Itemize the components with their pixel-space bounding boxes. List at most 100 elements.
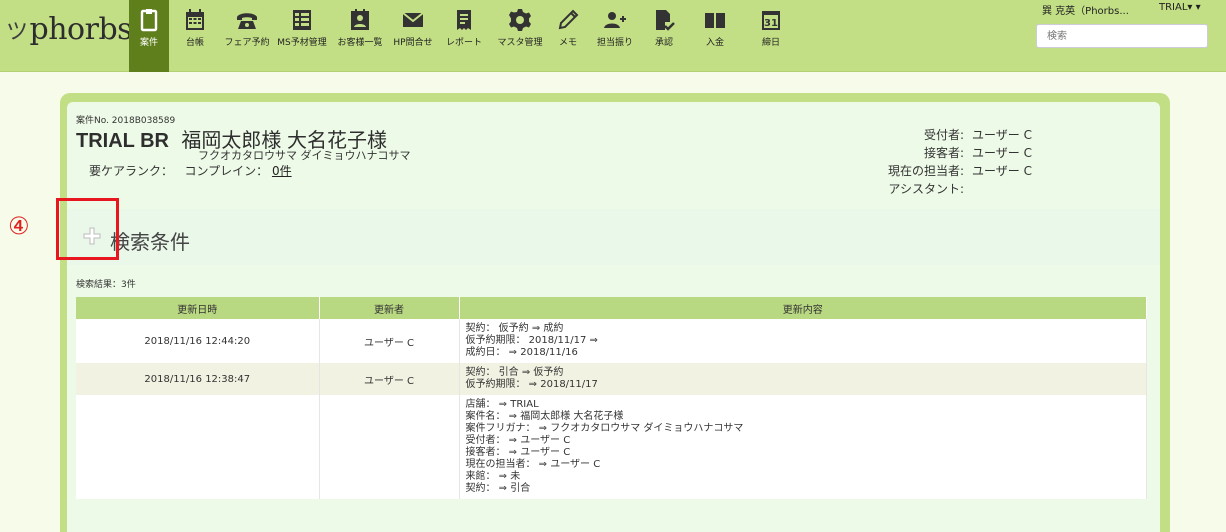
nav-label: HP問合せ [393,38,433,48]
nav-label: メモ [558,38,577,48]
nav-label: 締日 [761,38,780,48]
history-table: 更新日時 更新者 更新内容 2018/11/16 12:44:20 ユーザー C契… [76,297,1147,499]
table-header-row: 更新日時 更新者 更新内容 [76,297,1147,319]
trial-dropdown[interactable]: TRIAL▾ ▾ [1159,2,1201,13]
nav-item-gear[interactable]: マスタ管理 [491,0,549,72]
search-conditions-toggle[interactable]: 検索条件 [110,226,190,255]
annotation-highlight-box [56,198,119,260]
pencil-icon [556,8,580,32]
brand-mark: ツ [6,20,28,45]
nav-label: 担当振り [596,38,633,48]
receptionist-label: 受付者: [923,128,964,142]
change-line: 仮予約期限： 2018/11/17 ⇒ [465,335,598,346]
change-line: 案件名： ⇒ 福岡太郎様 大名花子様 [465,411,624,422]
change-line: 仮予約期限： ⇒ 2018/11/17 [465,379,598,390]
change-line: 現在の担当者： ⇒ ユーザー C [465,459,601,470]
nav-label: 入金 [705,38,724,48]
gear-icon [508,8,532,32]
table-row: 2018/11/16 12:38:47 ユーザー C 契約： 引合 ⇒ 仮予約 仮予約… [76,363,1147,395]
cell-datetime [76,395,320,499]
cell-content: 契約： 引合 ⇒ 仮予約 仮予約期限： ⇒ 2018/11/17 [459,363,1147,395]
change-line: 契約： 引合 ⇒ 仮予約 [465,367,564,378]
nav-item-calendar-31[interactable]: 31 締日 [745,0,797,72]
current-owner-label: 現在の担当者: [887,164,964,178]
change-line: 案件フリガナ： ⇒ フクオカタロウサマ ダイミョウハナコサマ [465,423,744,434]
attendant-value: ユーザー C [972,146,1032,160]
nav-label: MS予材管理 [277,38,327,48]
change-line: 契約： 仮予約 ⇒ 成約 [465,323,564,334]
assistant-value [964,180,972,198]
change-line: 受付者： ⇒ ユーザー C [465,435,571,446]
store-name: TRIAL BR [76,130,169,152]
customer-kana: フクオカタロウサマ ダイミョウハナコサマ [198,149,411,162]
trial-label: TRIAL▾ [1159,2,1193,13]
nav-item-add-user[interactable]: 担当振り [587,0,643,72]
change-line: 契約： ⇒ 引合 [465,483,531,494]
table-row: 店舗： ⇒ TRIAL 案件名： ⇒ 福岡太郎様 大名花子様 案件フリガナ： ⇒ フ… [76,395,1147,499]
cell-datetime: 2018/11/16 12:44:20 [76,319,320,363]
contacts-icon [348,8,372,32]
nav-label: レポート [445,38,482,48]
nav-item-phone[interactable]: フェア予約 [221,0,273,72]
calendar-31-icon: 31 [759,8,783,32]
header-updater[interactable]: 更新者 [319,297,460,319]
nav-item-clipboard[interactable]: 案件 [129,0,169,72]
assistant-label: アシスタント: [888,182,964,196]
cell-updater: ユーザー C [319,319,460,363]
nav-label: マスタ管理 [497,38,543,48]
complain-label: コンプレイン： [184,164,269,178]
nav-item-list[interactable]: MS予材管理 [273,0,331,72]
top-navigation-bar: ツphorbs 案件 台帳 フェア予約 MS予材管理 お客様一覧 HP問合せ レポート マスタ… [0,0,1226,72]
clipboard-icon [137,8,161,32]
user-name: 巽 克英（Phorbs... [1042,6,1129,17]
calendar-icon [183,8,207,32]
nav-label: フェア予約 [224,38,270,48]
change-line: 来館： ⇒ 未 [465,471,521,482]
nav-item-calendar[interactable]: 台帳 [169,0,221,72]
care-rank-label: 要ケアランク： [89,164,174,178]
main-menu: 案件 台帳 フェア予約 MS予材管理 お客様一覧 HP問合せ レポート マスタ管理 メモ 担当振り… [129,0,797,72]
change-line: 成約日： ⇒ 2018/11/16 [465,347,578,358]
nav-label: お客様一覧 [337,38,383,48]
rank-complain-line: 要ケアランク： コンプレイン： 0件 [89,162,292,179]
nav-item-pencil[interactable]: メモ [549,0,587,72]
mail-icon [401,8,425,32]
nav-label: 台帳 [185,38,204,48]
search-conditions-section [67,209,1160,265]
nav-label: 承認 [654,38,673,48]
attendant-label: 接客者: [923,146,964,160]
phone-icon [235,8,259,32]
nav-item-mail[interactable]: HP問合せ [389,0,437,72]
nav-item-contacts[interactable]: お客様一覧 [331,0,389,72]
user-menu[interactable]: 巽 克英（Phorbs... [1042,2,1129,17]
nav-label: 案件 [139,38,158,48]
svg-text:31: 31 [764,18,778,29]
brand-logo[interactable]: ツphorbs [6,12,133,47]
staff-info: 受付者: ユーザー C 接客者: ユーザー C 現在の担当者: ユーザー C アシスタ… [880,126,1032,198]
nav-item-approve-doc[interactable]: 承認 [643,0,685,72]
table-row: 2018/11/16 12:44:20 ユーザー C 契約： 仮予約 ⇒ 成約 仮予約… [76,319,1147,363]
results-summary: 検索結果：3件 [76,280,136,290]
cell-updater: ユーザー C [319,363,460,395]
brand-name: phorbs [29,12,133,47]
report-icon [452,8,476,32]
header-datetime[interactable]: 更新日時 [76,297,320,319]
receptionist-value: ユーザー C [972,128,1032,142]
cell-content: 契約： 仮予約 ⇒ 成約 仮予約期限： 2018/11/17 ⇒ 成約日： ⇒ 20… [459,319,1147,363]
current-owner-value: ユーザー C [972,164,1032,178]
complain-count-link[interactable]: 0件 [272,164,292,178]
add-user-icon [603,8,627,32]
change-line: 接客者： ⇒ ユーザー C [465,447,571,458]
change-line: 店舗： ⇒ TRIAL [465,399,539,410]
list-icon [290,8,314,32]
search-input[interactable] [1036,24,1208,48]
cell-updater [319,395,460,499]
annotation-marker-number: ④ [8,212,30,240]
cell-content: 店舗： ⇒ TRIAL 案件名： ⇒ 福岡太郎様 大名花子様 案件フリガナ： ⇒ フ… [459,395,1147,499]
nav-item-report[interactable]: レポート [437,0,491,72]
header-content[interactable]: 更新内容 [459,297,1147,319]
nav-item-payment[interactable]: 入金 [685,0,745,72]
cell-datetime: 2018/11/16 12:38:47 [76,363,320,395]
approve-doc-icon [652,8,676,32]
payment-icon [703,8,727,32]
